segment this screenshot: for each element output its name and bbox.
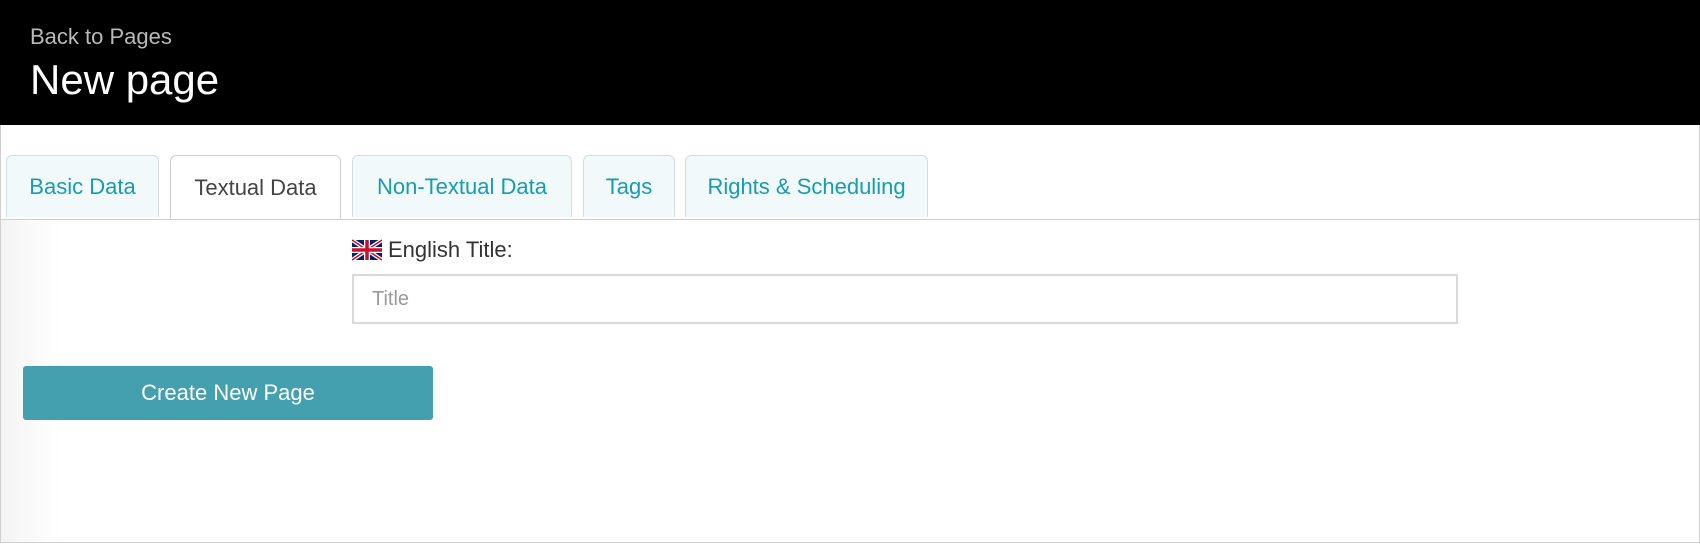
create-new-page-button[interactable]: Create New Page xyxy=(23,366,433,420)
back-to-pages-link[interactable]: Back to Pages xyxy=(30,24,172,50)
page-header: Back to Pages New page xyxy=(0,0,1700,125)
tab-tags[interactable]: Tags xyxy=(583,155,675,217)
tab-rights-scheduling[interactable]: Rights & Scheduling xyxy=(685,155,928,217)
tab-non-textual-data[interactable]: Non-Textual Data xyxy=(352,155,572,217)
page-title: New page xyxy=(30,56,220,103)
main-content: Basic Data Textual Data Non-Textual Data… xyxy=(0,125,1700,543)
uk-flag-icon xyxy=(352,239,382,261)
tab-textual-data[interactable]: Textual Data xyxy=(170,155,341,219)
title-input[interactable] xyxy=(352,274,1458,324)
tab-bar: Basic Data Textual Data Non-Textual Data… xyxy=(1,125,1699,220)
english-title-label-text: English Title: xyxy=(388,237,513,262)
tab-basic-data[interactable]: Basic Data xyxy=(6,155,159,217)
english-title-label: English Title: xyxy=(352,237,513,263)
